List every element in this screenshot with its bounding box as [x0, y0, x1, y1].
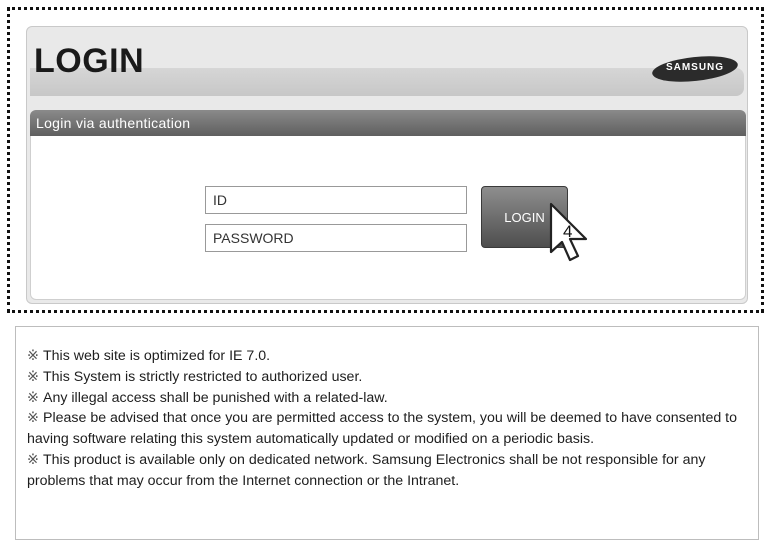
reference-mark-icon: ※ [27, 410, 39, 427]
page-title: LOGIN [34, 42, 145, 80]
samsung-logo: SAMSUNG [650, 52, 740, 86]
login-form-area [30, 136, 746, 300]
password-input[interactable] [205, 224, 467, 252]
reference-mark-icon: ※ [27, 451, 39, 468]
notice-item: ※ Please be advised that once you are per… [27, 410, 738, 448]
notice-item: ※ This web site is optimized for IE 7.0. [27, 346, 743, 367]
reference-mark-icon: ※ [27, 348, 39, 364]
notice-item: ※ This System is strictly restricted to a… [27, 367, 743, 388]
reference-mark-icon: ※ [27, 389, 39, 406]
id-input[interactable] [205, 186, 467, 214]
notice-list: ※ This web site is optimized for IE 7.0. … [27, 346, 743, 492]
step-number: 4 [563, 222, 573, 241]
pointer-cursor-icon [549, 202, 588, 262]
reference-mark-icon: ※ [27, 368, 39, 385]
logo-text: SAMSUNG [665, 62, 725, 73]
notice-item: ※ This product is available only on dedic… [27, 451, 706, 489]
section-title: Login via authentication [36, 115, 191, 131]
notice-item: ※ Any illegal access shall be punished wi… [27, 388, 743, 409]
